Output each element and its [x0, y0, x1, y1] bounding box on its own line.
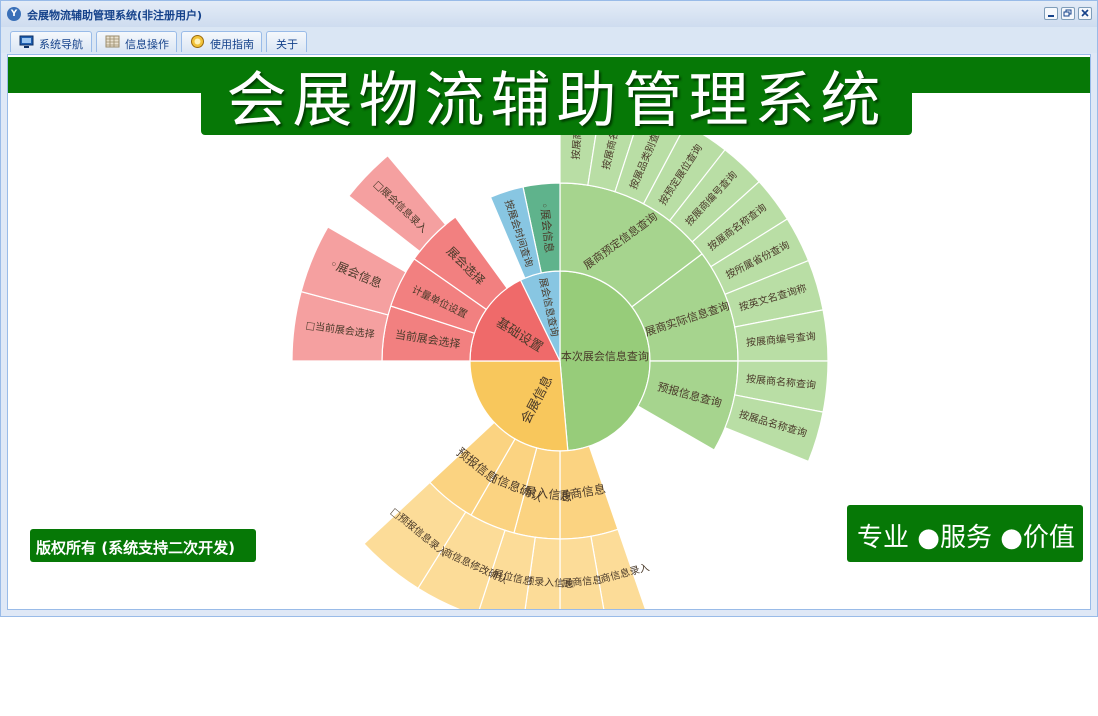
title-bar[interactable]: Y 会展物流辅助管理系统(非注册用户) [1, 1, 1097, 27]
copyright-badge: 版权所有 (系统支持二次开发) [30, 529, 256, 562]
minimize-button[interactable] [1044, 7, 1058, 20]
close-button[interactable] [1078, 7, 1092, 20]
monitor-icon [19, 35, 34, 48]
minimize-icon [1048, 15, 1054, 17]
sunburst-segment-forecast-query[interactable] [637, 360, 739, 451]
window-title: 会展物流辅助管理系统(非注册用户) [27, 9, 203, 22]
tab-user-guide[interactable]: 使用指南 [181, 31, 262, 52]
help-globe-icon [191, 35, 204, 48]
copyright-text: 版权所有 (系统支持二次开发) [36, 539, 235, 557]
tab-label: 系统导航 [39, 38, 83, 51]
grid-icon [105, 35, 120, 48]
menu-tab-bar: 系统导航 信息操作 使用指南 关于 [1, 27, 1097, 53]
tab-label: 关于 [276, 38, 298, 51]
tab-about[interactable]: 关于 [266, 31, 307, 52]
close-icon [1081, 9, 1089, 17]
restore-icon [1063, 9, 1072, 17]
app-window: Y 会展物流辅助管理系统(非注册用户) 系统导航 信息操作 使用指南 关于 本次… [0, 0, 1098, 617]
restore-button[interactable] [1061, 7, 1075, 20]
tab-label: 信息操作 [125, 38, 169, 51]
app-logo-icon: Y [7, 7, 21, 21]
slogan-badge: 专业 ●服务 ●价值 [847, 505, 1083, 562]
slogan-text: 专业 ●服务 ●价值 [857, 523, 1075, 553]
system-banner: 会展物流辅助管理系统 [201, 63, 912, 135]
banner-title: 会展物流辅助管理系统 [226, 66, 887, 136]
tab-label: 使用指南 [210, 38, 254, 51]
main-content-panel: 本次展会信息查询 展商预定信息查询 展商实际信息查询 预报信息查询 按展商编 按展商名称按… [7, 54, 1091, 610]
tab-info-operations[interactable]: 信息操作 [96, 31, 177, 52]
sunburst-label: 本次展会信息查询 [561, 349, 649, 363]
tab-system-navigation[interactable]: 系统导航 [10, 31, 92, 52]
